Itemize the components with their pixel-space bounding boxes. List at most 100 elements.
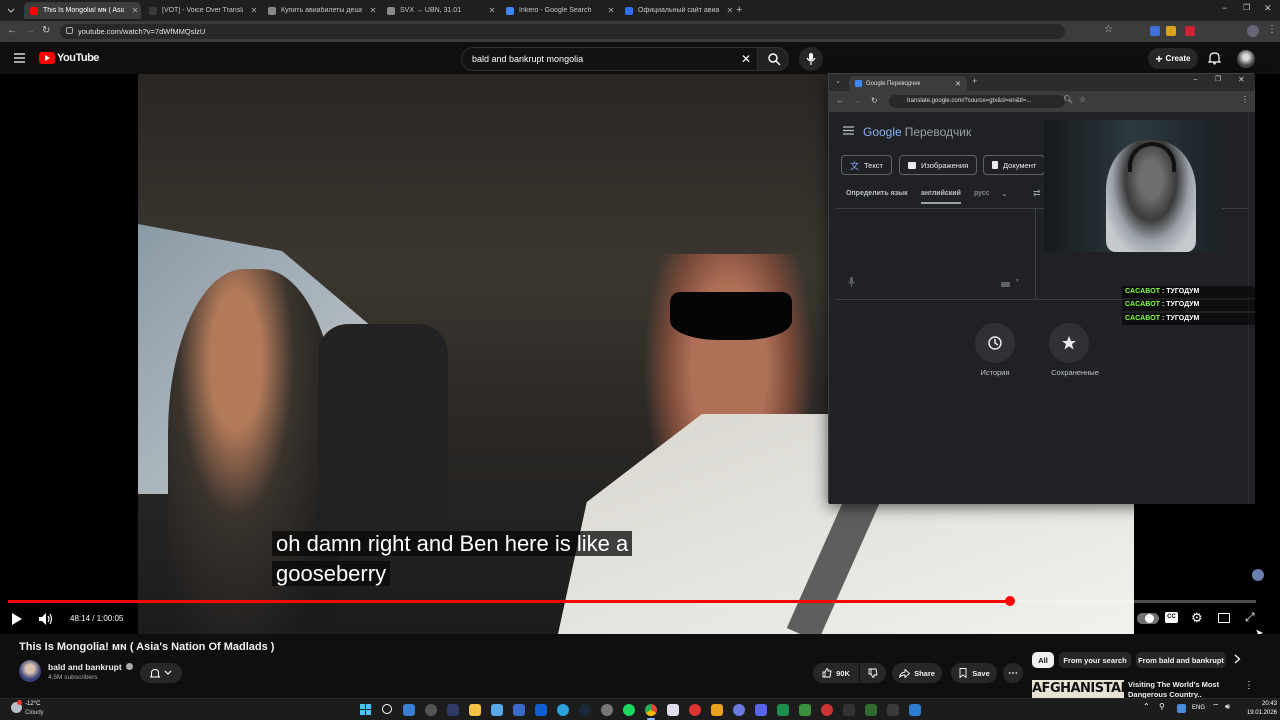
notifications-bell-icon[interactable] bbox=[1208, 51, 1221, 65]
menu-dots-icon[interactable]: ⋮ bbox=[1241, 95, 1249, 104]
back-icon[interactable]: ← bbox=[7, 25, 17, 36]
tab-close-icon[interactable]: ✕ bbox=[605, 6, 617, 15]
app-icon[interactable] bbox=[799, 704, 811, 716]
media-player-icon[interactable] bbox=[491, 704, 503, 716]
app-icon[interactable] bbox=[865, 704, 877, 716]
back-icon[interactable]: ← bbox=[836, 96, 844, 105]
language-indicator[interactable]: ENG bbox=[1192, 705, 1205, 711]
clock-date[interactable]: 19.01.2026 bbox=[1238, 710, 1277, 716]
more-actions-button[interactable]: ⋯ bbox=[1003, 663, 1023, 683]
history-button[interactable] bbox=[975, 323, 1015, 363]
forward-icon[interactable]: → bbox=[25, 25, 35, 36]
window-minimize-icon[interactable]: − bbox=[1222, 3, 1227, 13]
mode-documents-button[interactable]: Документ bbox=[983, 155, 1046, 175]
chip-all[interactable]: All bbox=[1032, 652, 1054, 668]
translate-tab[interactable]: Google Переводчик ✕ bbox=[849, 76, 967, 91]
app-icon[interactable] bbox=[667, 704, 679, 716]
browser-tab[interactable]: SVX → UBN, 31.01 ✕ bbox=[381, 2, 498, 19]
file-explorer-icon[interactable] bbox=[469, 704, 481, 716]
bookmark-star-icon[interactable]: ☆ bbox=[1104, 24, 1113, 35]
chip-from-search[interactable]: From your search bbox=[1059, 652, 1131, 668]
window-minimize-icon[interactable]: − bbox=[1193, 75, 1198, 84]
recommended-video-thumbnail[interactable]: AFGHANISTAN bbox=[1032, 680, 1124, 698]
progress-bar[interactable] bbox=[8, 596, 1256, 606]
chrome-icon[interactable] bbox=[645, 704, 657, 716]
zoom-icon[interactable]: 🔍︎ bbox=[1063, 95, 1073, 104]
youtube-logo[interactable]: YouTube bbox=[39, 52, 99, 64]
save-button[interactable]: Save bbox=[951, 663, 997, 683]
source-language-tab[interactable]: английский bbox=[921, 190, 961, 204]
tray-chevron-icon[interactable]: ⌃ bbox=[1143, 702, 1150, 711]
search-input[interactable]: bald and bankrupt mongolia bbox=[461, 47, 761, 71]
mode-text-button[interactable]: 文 Текст bbox=[841, 155, 892, 175]
site-info-icon[interactable] bbox=[66, 27, 73, 34]
tray-app-icon[interactable] bbox=[1177, 704, 1186, 713]
google-translate-logo[interactable]: Google Переводчик bbox=[863, 125, 971, 139]
theater-mode-icon[interactable] bbox=[1218, 613, 1230, 623]
copilot-icon[interactable] bbox=[425, 704, 437, 716]
keyboard-icon[interactable] bbox=[1001, 282, 1010, 287]
app-icon[interactable] bbox=[733, 704, 745, 716]
channel-name[interactable]: bald and bankrupt bbox=[48, 662, 134, 672]
new-tab-button[interactable]: + bbox=[972, 76, 977, 86]
openai-icon[interactable] bbox=[601, 704, 613, 716]
new-tab-button[interactable]: + bbox=[736, 4, 742, 16]
spotify-icon[interactable] bbox=[623, 704, 635, 716]
captions-icon[interactable]: CC bbox=[1165, 612, 1178, 623]
vpn-icon[interactable] bbox=[513, 704, 525, 716]
search-button[interactable] bbox=[757, 47, 789, 71]
tab-close-icon[interactable]: ✕ bbox=[724, 6, 736, 15]
browser-tab[interactable]: Купить авиабилеты дешево о ✕ bbox=[262, 2, 379, 19]
browser-tab[interactable]: [VOT] - Voice Over Translation ✕ bbox=[143, 2, 260, 19]
network-icon[interactable]: ⚲ bbox=[1159, 702, 1165, 711]
search-icon[interactable] bbox=[382, 704, 392, 714]
bookmark-star-icon[interactable]: ☆ bbox=[1079, 95, 1086, 104]
target-language-tab[interactable]: русс bbox=[974, 190, 990, 197]
chevron-right-icon[interactable] bbox=[1234, 654, 1241, 664]
window-restore-icon[interactable]: ❐ bbox=[1243, 3, 1250, 12]
dislike-button[interactable] bbox=[860, 663, 886, 683]
extension-icon[interactable] bbox=[1185, 26, 1195, 36]
chip-from-channel[interactable]: From bald and bankrupt bbox=[1136, 652, 1226, 668]
play-button[interactable] bbox=[12, 613, 22, 625]
saved-button[interactable] bbox=[1049, 323, 1089, 363]
terminal-icon[interactable] bbox=[447, 704, 459, 716]
app-icon[interactable] bbox=[711, 704, 723, 716]
excel-icon[interactable] bbox=[777, 704, 789, 716]
autoplay-toggle[interactable] bbox=[1137, 613, 1159, 624]
tab-close-icon[interactable]: ✕ bbox=[367, 6, 379, 15]
mode-images-button[interactable]: Изображения bbox=[899, 155, 978, 175]
hamburger-menu-icon[interactable] bbox=[14, 53, 25, 63]
channel-avatar[interactable] bbox=[19, 660, 41, 682]
recommended-video-title[interactable]: Visiting The World's Most Dangerous Coun… bbox=[1128, 680, 1233, 698]
tab-close-icon[interactable]: ✕ bbox=[955, 80, 967, 88]
forward-icon[interactable]: → bbox=[853, 96, 861, 105]
menu-dots-icon[interactable]: ⋮ bbox=[1267, 24, 1277, 35]
extension-icon[interactable] bbox=[1166, 26, 1176, 36]
steam-icon[interactable] bbox=[579, 704, 591, 716]
tab-search-icon[interactable]: ⌄ bbox=[835, 77, 841, 85]
video-menu-icon[interactable]: ⋮ bbox=[1244, 680, 1254, 691]
account-avatar[interactable] bbox=[1237, 50, 1255, 68]
tab-search-icon[interactable] bbox=[6, 5, 16, 15]
volume-button[interactable] bbox=[39, 613, 53, 625]
window-restore-icon[interactable]: ❐ bbox=[1215, 75, 1221, 83]
app-icon[interactable] bbox=[689, 704, 701, 716]
microphone-icon[interactable] bbox=[848, 277, 855, 287]
window-close-icon[interactable]: ✕ bbox=[1264, 3, 1272, 14]
extension-icon[interactable] bbox=[1150, 26, 1160, 36]
reload-icon[interactable]: ↻ bbox=[871, 96, 878, 105]
voice-search-button[interactable] bbox=[799, 47, 823, 71]
task-view-icon[interactable] bbox=[403, 704, 415, 716]
tab-close-icon[interactable]: ✕ bbox=[486, 6, 498, 15]
create-button[interactable]: + Create bbox=[1148, 48, 1198, 69]
browser-tab[interactable]: Inkero - Google Search ✕ bbox=[500, 2, 617, 19]
tab-close-icon[interactable]: ✕ bbox=[248, 6, 260, 15]
clear-search-icon[interactable]: ✕ bbox=[741, 52, 751, 66]
address-bar[interactable]: youtube.com/watch?v=7dWfMMQslzU bbox=[60, 24, 1065, 39]
telegram-icon[interactable] bbox=[557, 704, 569, 716]
subscribe-bell-button[interactable] bbox=[140, 663, 182, 683]
translate-address-bar[interactable]: translate.google.com/?source=gtx&sl=en&t… bbox=[889, 95, 1065, 108]
weather-temperature[interactable]: -12°C bbox=[25, 701, 40, 707]
app-icon[interactable] bbox=[887, 704, 899, 716]
